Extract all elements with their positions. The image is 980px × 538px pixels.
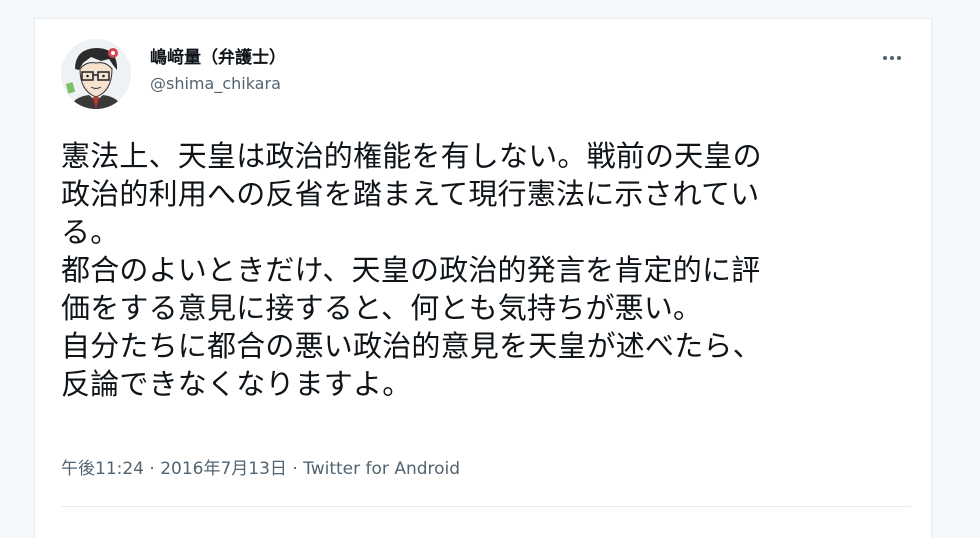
author-handle[interactable]: @shima_chikara <box>150 74 286 94</box>
tweet-line: 憲法上、天皇は政治的権能を有しない。戦前の天皇の <box>61 139 762 173</box>
tweet-line: 価をする意見に接すると、何とも気持ちが悪い。 <box>61 291 703 325</box>
tweet-line: 自分たちに都合の悪い政治的意見を天皇が述べたら、 <box>61 329 762 363</box>
tweet-line: 反論できなくなりますよ。 <box>61 367 412 401</box>
meta-separator: · <box>149 459 155 479</box>
more-button[interactable] <box>873 47 911 69</box>
avatar-illustration-icon <box>61 39 131 109</box>
tweet-card: 嶋﨑量（弁護士） @shima_chikara 憲法上、天皇は政治的権能を有しな… <box>34 18 932 538</box>
divider <box>61 506 911 507</box>
tweet-line: る。 <box>61 215 120 249</box>
tweet-source-link[interactable]: Twitter for Android <box>303 459 460 479</box>
tweet-text: 憲法上、天皇は政治的権能を有しない。戦前の天皇の 政治的利用への反省を踏まえて現… <box>61 137 911 403</box>
author-display-name[interactable]: 嶋﨑量（弁護士） <box>150 47 286 69</box>
author-block: 嶋﨑量（弁護士） @shima_chikara <box>150 47 286 94</box>
meta-separator: · <box>292 459 298 479</box>
tweet-date-link[interactable]: 2016年7月13日 <box>160 459 287 479</box>
tweet-time-link[interactable]: 午後11:24 <box>61 459 144 479</box>
more-horizontal-icon <box>882 56 903 60</box>
tweet-meta: 午後11:24 · 2016年7月13日 · Twitter for Andro… <box>61 458 460 480</box>
tweet-line: 都合のよいときだけ、天皇の政治的発言を肯定的に評 <box>61 253 761 287</box>
tweet-line: 政治的利用への反省を踏まえて現行憲法に示されてい <box>61 177 760 211</box>
avatar[interactable] <box>61 39 131 109</box>
